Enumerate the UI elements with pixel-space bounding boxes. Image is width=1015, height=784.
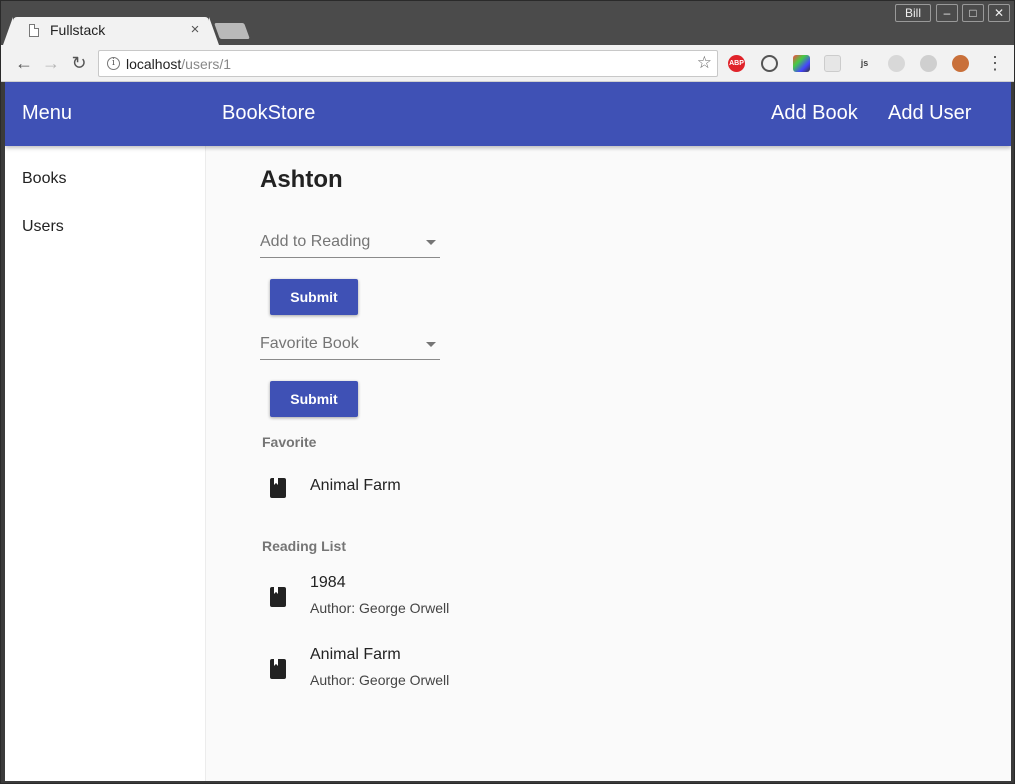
browser-titlebar: Fullstack × Bill – □ ✕ <box>1 1 1014 45</box>
url-path: /users/1 <box>181 56 232 72</box>
book-icon <box>270 478 286 498</box>
sidebar-item-users[interactable]: Users <box>22 218 64 236</box>
extension-icon[interactable] <box>920 55 937 72</box>
app-bar: Menu BookStore Add Book Add User <box>5 82 1011 146</box>
color-picker-icon[interactable] <box>793 55 810 72</box>
extension-icon[interactable] <box>888 55 905 72</box>
new-tab-button[interactable] <box>214 23 250 39</box>
dropdown-arrow-icon <box>426 342 436 347</box>
book-icon <box>270 587 286 607</box>
book-title: Animal Farm <box>310 646 401 663</box>
maximize-button[interactable]: □ <box>962 4 984 22</box>
address-bar[interactable]: i localhost/users/1 ☆ <box>98 50 718 77</box>
dropdown-arrow-icon <box>426 240 436 245</box>
back-icon[interactable]: ← <box>13 52 35 74</box>
book-author: Author: George Orwell <box>310 672 450 688</box>
list-item[interactable]: 1984 Author: George Orwell <box>260 564 660 636</box>
browser-menu-icon[interactable]: ⋮ <box>986 53 1004 73</box>
js-icon[interactable]: js <box>856 55 873 72</box>
reload-icon[interactable]: ↻ <box>68 52 90 74</box>
forward-icon[interactable]: → <box>40 52 62 74</box>
monkey-icon[interactable] <box>952 55 969 72</box>
profile-button[interactable]: Bill <box>895 4 931 22</box>
select-label: Add to Reading <box>260 233 371 250</box>
reading-list-subheader: Reading List <box>262 538 347 554</box>
tab-title: Fullstack <box>50 22 106 38</box>
minimize-button[interactable]: – <box>936 4 958 22</box>
browser-tab[interactable]: Fullstack × <box>3 17 219 45</box>
add-book-button[interactable]: Add Book <box>771 102 858 125</box>
bookmark-star-icon[interactable]: ☆ <box>697 53 712 73</box>
brand-title[interactable]: BookStore <box>222 102 315 125</box>
select-label: Favorite Book <box>260 335 359 352</box>
submit-reading-button[interactable]: Submit <box>270 279 358 315</box>
sync-icon[interactable] <box>761 55 778 72</box>
sidebar-item-books[interactable]: Books <box>22 170 66 188</box>
favorite-book-select[interactable]: Favorite Book <box>260 328 440 360</box>
document-icon <box>29 24 39 37</box>
book-author: Author: George Orwell <box>310 600 450 616</box>
favorite-subheader: Favorite <box>262 434 317 450</box>
list-item[interactable]: Animal Farm Author: George Orwell <box>260 636 660 708</box>
add-to-reading-select[interactable]: Add to Reading <box>260 226 440 258</box>
add-user-button[interactable]: Add User <box>888 102 971 125</box>
menu-button[interactable]: Menu <box>22 102 72 125</box>
url-host: localhost <box>126 56 182 72</box>
adblock-plus-icon[interactable]: ABP <box>728 55 745 72</box>
close-window-button[interactable]: ✕ <box>988 4 1010 22</box>
list-item[interactable]: Animal Farm <box>260 460 660 516</box>
book-title: Animal Farm <box>310 477 401 494</box>
grid-icon[interactable] <box>824 55 841 72</box>
sidebar: Books Users <box>5 146 206 781</box>
submit-favorite-button[interactable]: Submit <box>270 381 358 417</box>
browser-toolbar: ← → ↻ i localhost/users/1 ☆ ABP js ⋮ <box>1 45 1014 82</box>
main-content: Ashton Add to Reading Submit Favorite Bo… <box>206 146 1011 781</box>
url-text: localhost/users/1 <box>126 56 231 72</box>
app-root: Menu BookStore Add Book Add User Books U… <box>5 82 1011 781</box>
browser-window: Fullstack × Bill – □ ✕ ← → ↻ i localhost… <box>0 0 1015 784</box>
page-title: Ashton <box>260 166 343 193</box>
tab-close-icon[interactable]: × <box>187 21 203 39</box>
info-icon[interactable]: i <box>107 57 120 70</box>
book-title: 1984 <box>310 574 346 591</box>
book-icon <box>270 659 286 679</box>
